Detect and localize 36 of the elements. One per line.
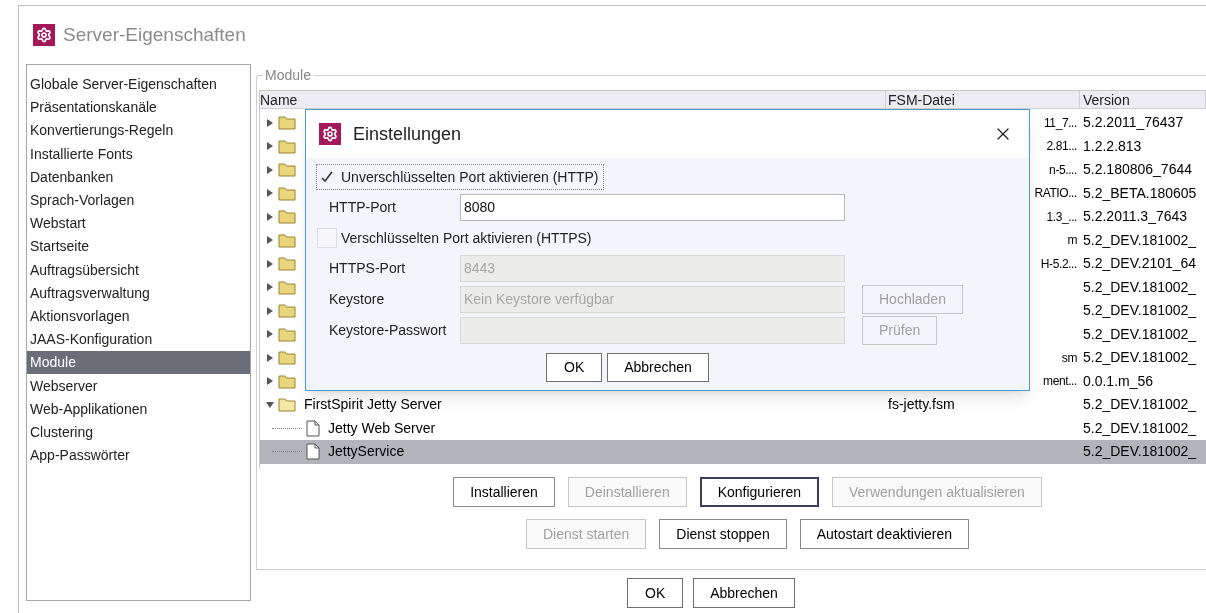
module-name: Jetty Web Server	[328, 418, 436, 438]
version-cell: 5.2.2011.3_7643	[1083, 208, 1188, 225]
version-cell: 5.2.2011_76437	[1083, 114, 1184, 131]
field-label: HTTPS-Port	[328, 259, 407, 278]
fsm-file-cell-text: RATIO...	[1034, 185, 1078, 203]
fsm-file-cell-text: fs-jetty.fsm	[887, 395, 955, 415]
version-cell: 5.2.180806_7644	[1083, 161, 1192, 178]
fsm-file-cell-text: m	[1067, 232, 1078, 250]
version-cell: 0.0.1.m_56	[1083, 372, 1154, 389]
version-cell: 5.2_DEV.181002_	[1083, 419, 1197, 436]
module-name: FirstSpirit Jetty Server	[304, 395, 442, 415]
version-cell: 5.2_DEV.181002_	[1083, 396, 1197, 413]
version-cell: 5.2_DEV.2101_64	[1083, 255, 1197, 272]
field-label: Keystore-Passwort	[328, 321, 448, 340]
fsm-file-cell-text: sm	[1061, 349, 1078, 367]
fsm-file-cell-text: 11_7...	[1044, 114, 1078, 132]
fsm-file-cell-text: n-5....	[1049, 161, 1078, 179]
fsm-file-cell-text: 1.3_...	[1046, 208, 1078, 226]
version-cell: 5.2_DEV.181002_	[1083, 443, 1197, 460]
version-cell: 5.2_DEV.181002_	[1083, 231, 1197, 248]
fsm-file-cell-text: 2.81...	[1046, 138, 1078, 156]
version-cell: 1.2.2.813	[1083, 137, 1142, 154]
version-cell: 5.2_BETA.180605	[1083, 184, 1197, 201]
window-title: Server-Eigenschaften	[63, 22, 246, 47]
checkbox-label: Unverschlüsselten Port aktivieren (HTTP)	[341, 167, 599, 187]
field-label: Keystore	[328, 290, 386, 309]
field-label: HTTP-Port	[328, 198, 397, 217]
dialog-title: Einstellungen	[353, 122, 462, 146]
version-cell: 5.2_DEV.181002_	[1083, 278, 1197, 295]
version-cell: 5.2_DEV.181002_	[1083, 302, 1197, 319]
version-cell: 5.2_DEV.181002_	[1083, 349, 1197, 366]
fsm-file-cell-text: ment...	[1043, 373, 1078, 391]
checkbox-label: Verschlüsselten Port aktivieren (HTTPS)	[341, 228, 592, 248]
fsm-file-cell-text: H-5.2...	[1040, 255, 1078, 273]
version-cell: 5.2_DEV.181002_	[1083, 325, 1197, 342]
module-name: JettyService	[328, 442, 405, 462]
